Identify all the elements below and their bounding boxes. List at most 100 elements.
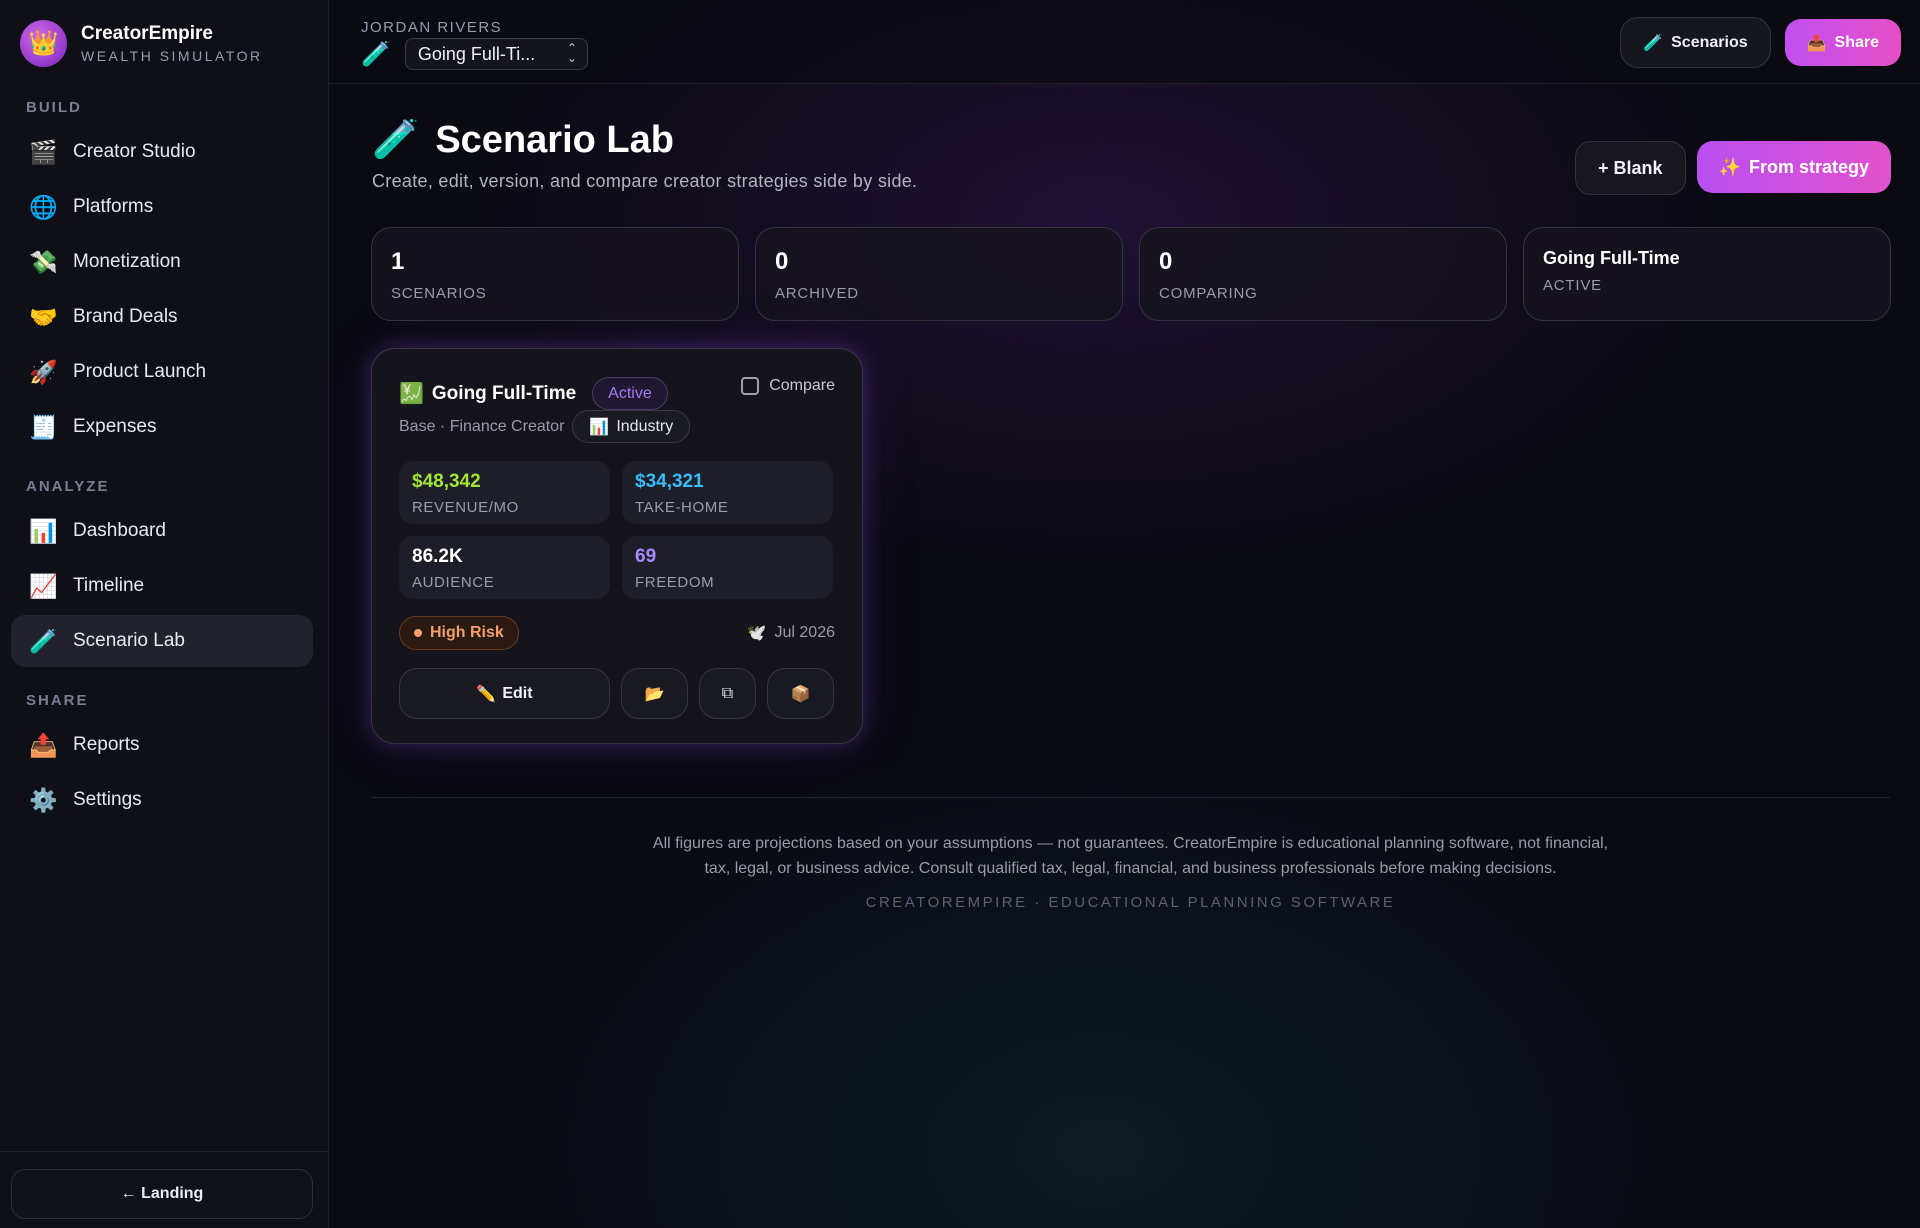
test-tube-icon: 🧪 — [1643, 34, 1664, 52]
stat-label: ARCHIVED — [775, 285, 859, 302]
freedom-date: 🕊️ Jul 2026 — [747, 623, 835, 643]
chevron-up-down-icon: ⌃ ⌄ — [566, 41, 577, 65]
metric-label: FREEDOM — [635, 574, 715, 591]
metric-label: AUDIENCE — [412, 574, 495, 591]
rocket-icon: 🚀 — [29, 358, 58, 385]
package-icon: 📦 — [790, 685, 811, 703]
outbox-tray-icon: 📤 — [1806, 34, 1827, 52]
from-strategy-label: From strategy — [1748, 156, 1869, 177]
versions-button[interactable]: 📂 — [621, 668, 688, 719]
test-tube-icon: 🧪 — [372, 119, 420, 161]
page-header: 🧪 Scenario Lab — [372, 118, 674, 162]
page-subtitle: Create, edit, version, and compare creat… — [372, 171, 918, 191]
back-to-landing-button[interactable]: ← Landing — [11, 1169, 313, 1219]
metric-take-home: $34,321 TAKE-HOME — [622, 461, 833, 524]
sidebar-item-label: Creator Studio — [73, 141, 196, 162]
scenario-card[interactable]: 💹 Going Full-Time Active Compare Base · … — [371, 348, 863, 744]
test-tube-icon: 🧪 — [29, 627, 58, 654]
compare-label: Compare — [769, 377, 835, 394]
risk-label: High Risk — [430, 624, 504, 641]
sidebar-item-timeline[interactable]: 📈 Timeline — [11, 560, 313, 612]
metric-audience: 86.2K AUDIENCE — [399, 536, 610, 599]
brand-name: CreatorEmpire — [81, 23, 213, 44]
receipt-icon: 🧾 — [29, 413, 58, 440]
metric-value: 69 — [635, 546, 657, 567]
from-strategy-button[interactable]: ✨ From strategy — [1696, 141, 1891, 193]
stat-card-archived: 0 ARCHIVED — [755, 227, 1123, 321]
sidebar-item-product-launch[interactable]: 🚀 Product Launch — [11, 346, 313, 398]
share-button[interactable]: 📤 Share — [1784, 19, 1901, 66]
test-tube-icon: 🧪 — [361, 40, 391, 68]
stat-value: 0 — [775, 248, 789, 275]
metric-value: $48,342 — [412, 471, 481, 492]
risk-badge: High Risk — [399, 616, 519, 650]
footer-tagline: CREATOREMPIRE · EDUCATIONAL PLANNING SOF… — [865, 894, 1396, 911]
stat-value: 1 — [391, 248, 405, 275]
compare-toggle[interactable]: Compare — [741, 377, 835, 395]
money-wings-icon: 💸 — [29, 248, 58, 275]
sidebar-item-label: Reports — [73, 734, 140, 755]
metric-value: $34,321 — [635, 471, 704, 492]
risk-dot-icon — [414, 629, 422, 637]
metric-freedom: 69 FREEDOM — [622, 536, 833, 599]
scenarios-button[interactable]: 🧪 Scenarios — [1620, 17, 1771, 68]
disclaimer: All figures are projections based on you… — [371, 831, 1890, 881]
industry-chip[interactable]: 📊 Industry — [572, 410, 691, 443]
top-actions: 🧪 Scenarios 📤 Share — [1620, 17, 1901, 68]
user-name: JORDAN RIVERS — [361, 19, 503, 36]
pencil-icon: ✏️ — [476, 685, 497, 703]
metric-value: 86.2K — [412, 546, 463, 567]
scenario-select[interactable]: Going Full-Ti... ⌃ ⌄ — [404, 38, 588, 70]
section-label-build: BUILD — [26, 99, 82, 116]
scenario-select-value: Going Full-Ti... — [417, 43, 536, 64]
gear-icon: ⚙️ — [29, 786, 58, 813]
sidebar-item-settings[interactable]: ⚙️ Settings — [11, 774, 313, 826]
metric-label: TAKE-HOME — [635, 499, 729, 516]
duplicate-button[interactable]: ⧉ — [699, 668, 756, 719]
section-label-share: SHARE — [26, 692, 89, 709]
stat-label: ACTIVE — [1543, 277, 1602, 294]
page-title: Scenario Lab — [435, 118, 674, 161]
scenario-title: Going Full-Time — [431, 382, 577, 404]
outbox-tray-icon: 📤 — [29, 731, 58, 758]
industry-chip-label: Industry — [616, 417, 674, 435]
metric-revenue: $48,342 REVENUE/MO — [399, 461, 610, 524]
stat-value: 0 — [1159, 248, 1173, 275]
sparkles-icon: ✨ — [1718, 156, 1741, 177]
sidebar-item-brand-deals[interactable]: 🤝 Brand Deals — [11, 291, 313, 343]
stat-card-active: Going Full-Time ACTIVE — [1523, 227, 1891, 321]
stat-card-comparing: 0 COMPARING — [1139, 227, 1507, 321]
crown-icon: 👑 — [20, 20, 67, 67]
sidebar-item-label: Scenario Lab — [73, 630, 185, 651]
scenario-card-header: 💹 Going Full-Time Active — [399, 377, 668, 410]
scenarios-button-label: Scenarios — [1671, 33, 1748, 51]
sidebar: 👑 CreatorEmpire WEALTH SIMULATOR BUILD 🎬… — [0, 0, 329, 1228]
compare-checkbox[interactable] — [741, 377, 760, 395]
edit-button-label: Edit — [502, 684, 533, 702]
sidebar-item-reports[interactable]: 📤 Reports — [11, 719, 313, 771]
stat-label: COMPARING — [1159, 285, 1258, 302]
sidebar-item-monetization[interactable]: 💸 Monetization — [11, 236, 313, 288]
sidebar-footer: ← Landing — [0, 1151, 329, 1228]
brand[interactable]: 👑 CreatorEmpire WEALTH SIMULATOR — [20, 20, 263, 67]
edit-button[interactable]: ✏️ Edit — [399, 668, 610, 719]
sidebar-item-scenario-lab[interactable]: 🧪 Scenario Lab — [11, 615, 313, 667]
sidebar-item-platforms[interactable]: 🌐 Platforms — [11, 181, 313, 233]
freedom-date-value: Jul 2026 — [774, 624, 836, 641]
sidebar-item-dashboard[interactable]: 📊 Dashboard — [11, 505, 313, 557]
app-root: 👑 CreatorEmpire WEALTH SIMULATOR BUILD 🎬… — [0, 0, 1920, 1228]
page-actions: + Blank ✨ From strategy — [1575, 141, 1891, 195]
sidebar-item-label: Dashboard — [73, 520, 166, 541]
archive-button[interactable]: 📦 — [767, 668, 834, 719]
sidebar-item-label: Brand Deals — [73, 306, 178, 327]
bar-chart-icon: 📊 — [589, 418, 610, 436]
stat-label: SCENARIOS — [391, 285, 487, 302]
new-blank-scenario-button[interactable]: + Blank — [1575, 141, 1686, 195]
sidebar-item-expenses[interactable]: 🧾 Expenses — [11, 401, 313, 453]
bar-chart-icon: 📊 — [29, 517, 58, 544]
stat-card-scenarios: 1 SCENARIOS — [371, 227, 739, 321]
sidebar-item-creator-studio[interactable]: 🎬 Creator Studio — [11, 126, 313, 178]
stat-value: Going Full-Time — [1543, 248, 1680, 268]
scenario-switcher: 🧪 Going Full-Ti... ⌃ ⌄ — [361, 38, 588, 70]
globe-icon: 🌐 — [29, 193, 58, 220]
